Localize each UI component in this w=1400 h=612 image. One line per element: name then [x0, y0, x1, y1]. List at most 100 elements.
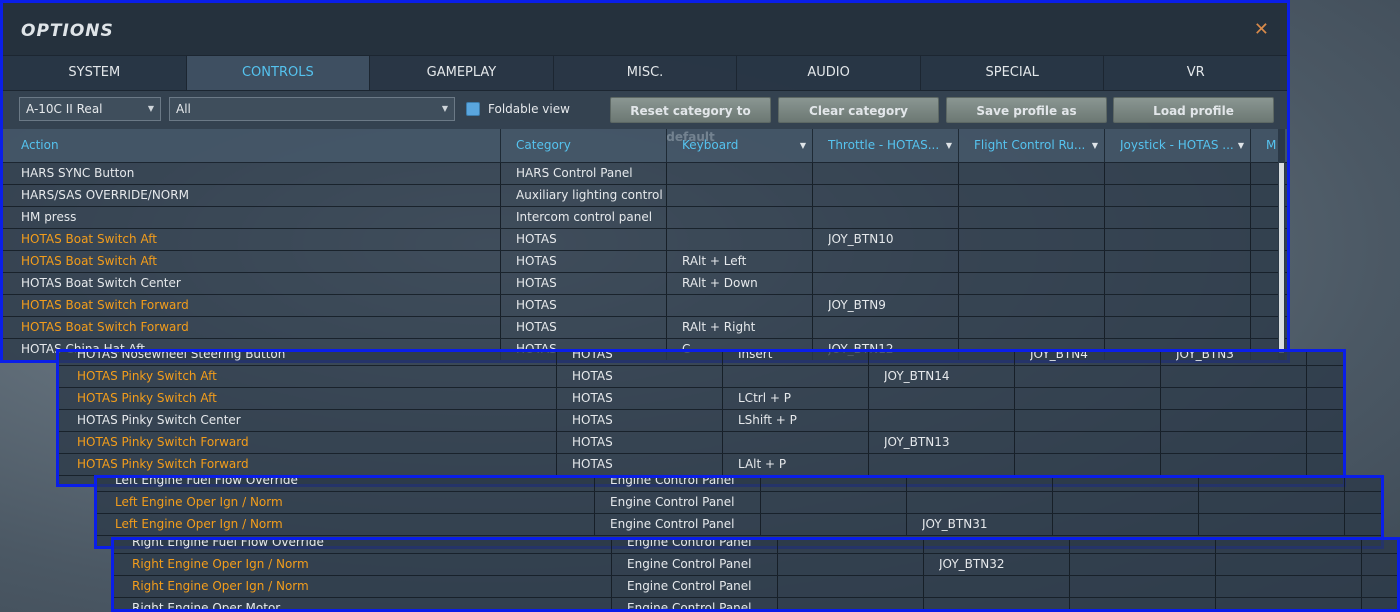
cell-throttle[interactable]: [884, 410, 1012, 431]
tab-audio[interactable]: AUDIO: [737, 56, 921, 90]
cell-throttle[interactable]: [939, 598, 1067, 609]
table-row[interactable]: HM press Intercom control panel: [3, 207, 1287, 229]
cell-throttle[interactable]: JOY_BTN14: [884, 366, 1012, 387]
table-row[interactable]: Left Engine Oper Ign / Norm Engine Contro…: [97, 492, 1381, 514]
table-row[interactable]: HOTAS Pinky Switch Forward HOTAS JOY_BTN13: [59, 432, 1343, 454]
cell-throttle[interactable]: JOY_BTN31: [922, 514, 1050, 535]
tab-special[interactable]: SPECIAL: [921, 56, 1105, 90]
cell-keyboard[interactable]: RAlt + Left: [682, 251, 810, 272]
table-row[interactable]: HOTAS Pinky Switch Aft HOTAS JOY_BTN14: [59, 366, 1343, 388]
column-header-throttle[interactable]: Throttle - HOTAS... ▼: [828, 129, 958, 162]
cell-keyboard[interactable]: LCtrl + P: [738, 388, 866, 409]
column-header-action[interactable]: Action: [21, 129, 501, 162]
cell-keyboard[interactable]: [682, 185, 810, 206]
reset-category-button[interactable]: Reset category to default: [610, 97, 771, 144]
cell-throttle[interactable]: JOY_BTN9: [828, 295, 956, 316]
cell-throttle[interactable]: [828, 185, 956, 206]
table-row[interactable]: HOTAS Pinky Switch Aft HOTAS LCtrl + P: [59, 388, 1343, 410]
cell-rudder[interactable]: [1030, 454, 1158, 475]
cell-keyboard[interactable]: Insert: [738, 352, 866, 365]
scrollbar-thumb[interactable]: [1279, 163, 1284, 353]
table-row[interactable]: Left Engine Fuel Flow Override Engine Con…: [97, 478, 1381, 492]
cell-rudder[interactable]: [1030, 410, 1158, 431]
tab-gameplay[interactable]: GAMEPLAY: [370, 56, 554, 90]
cell-throttle[interactable]: JOY_BTN10: [828, 229, 956, 250]
cell-keyboard[interactable]: [738, 366, 866, 387]
cell-keyboard[interactable]: LShift + P: [738, 410, 866, 431]
cell-keyboard[interactable]: [793, 598, 921, 609]
cell-keyboard[interactable]: [738, 432, 866, 453]
cell-keyboard[interactable]: [682, 229, 810, 250]
table-row[interactable]: Right Engine Oper Motor Engine Control Pa…: [114, 598, 1397, 609]
table-row[interactable]: HOTAS Boat Switch Aft HOTAS RAlt + Left: [3, 251, 1287, 273]
cell-keyboard[interactable]: [682, 163, 810, 184]
cell-throttle[interactable]: [939, 576, 1067, 597]
clear-category-button[interactable]: Clear category: [778, 97, 939, 123]
cell-keyboard[interactable]: [776, 478, 904, 491]
tab-vr[interactable]: VR: [1104, 56, 1287, 90]
close-icon[interactable]: ✕: [1254, 19, 1269, 40]
load-profile-button[interactable]: Load profile: [1113, 97, 1274, 123]
cell-joystick[interactable]: [1176, 454, 1304, 475]
vertical-scrollbar[interactable]: [1278, 129, 1285, 360]
cell-rudder[interactable]: [1030, 432, 1158, 453]
tab-controls[interactable]: CONTROLS: [186, 56, 371, 90]
cell-throttle[interactable]: [922, 478, 1050, 491]
cell-throttle[interactable]: [884, 388, 1012, 409]
category-filter-select[interactable]: All ▼: [169, 97, 455, 121]
table-row[interactable]: HOTAS Nosewheel Steering Button HOTAS Inse…: [59, 352, 1343, 366]
chevron-down-icon[interactable]: ▼: [1238, 129, 1244, 162]
cell-keyboard[interactable]: RAlt + Down: [682, 273, 810, 294]
cell-keyboard[interactable]: [682, 207, 810, 228]
table-row[interactable]: HOTAS Pinky Switch Center HOTAS LShift + P: [59, 410, 1343, 432]
cell-throttle[interactable]: [922, 492, 1050, 513]
chevron-down-icon[interactable]: ▼: [946, 129, 952, 162]
cell-joystick[interactable]: JOY_BTN3: [1176, 352, 1304, 365]
chevron-down-icon[interactable]: ▼: [800, 129, 806, 162]
cell-joystick[interactable]: [1176, 388, 1304, 409]
table-row[interactable]: HOTAS Boat Switch Aft HOTAS JOY_BTN10: [3, 229, 1287, 251]
cell-rudder[interactable]: JOY_BTN4: [1030, 352, 1158, 365]
table-row[interactable]: Left Engine Oper Ign / Norm Engine Contro…: [97, 514, 1381, 536]
table-row[interactable]: HOTAS Boat Switch Center HOTAS RAlt + Down: [3, 273, 1287, 295]
cell-throttle[interactable]: [828, 251, 956, 272]
save-profile-button[interactable]: Save profile as: [946, 97, 1107, 123]
cell-throttle[interactable]: JOY_BTN32: [939, 554, 1067, 575]
cell-joystick[interactable]: [1176, 432, 1304, 453]
tab-misc[interactable]: MISC.: [554, 56, 738, 90]
cell-throttle[interactable]: [828, 163, 956, 184]
cell-throttle[interactable]: JOY_BTN13: [884, 432, 1012, 453]
cell-keyboard[interactable]: [793, 576, 921, 597]
cell-keyboard[interactable]: LAlt + P: [738, 454, 866, 475]
cell-throttle[interactable]: [884, 454, 1012, 475]
cell-keyboard[interactable]: [776, 492, 904, 513]
table-row[interactable]: HARS SYNC Button HARS Control Panel: [3, 163, 1287, 185]
foldable-view-checkbox[interactable]: [466, 102, 480, 116]
column-header-mouse[interactable]: M: [1266, 129, 1276, 162]
cell-throttle[interactable]: [939, 540, 1067, 553]
cell-keyboard[interactable]: [793, 554, 921, 575]
tab-system[interactable]: SYSTEM: [3, 56, 187, 90]
cell-throttle[interactable]: [884, 352, 1012, 365]
table-row[interactable]: Right Engine Oper Ign / Norm Engine Contr…: [114, 576, 1397, 598]
column-header-joystick[interactable]: Joystick - HOTAS ... ▼: [1120, 129, 1250, 162]
column-header-category[interactable]: Category: [516, 129, 666, 162]
table-row[interactable]: HARS/SAS OVERRIDE/NORM Auxiliary lighting…: [3, 185, 1287, 207]
table-row[interactable]: Right Engine Oper Ign / Norm Engine Contr…: [114, 554, 1397, 576]
cell-rudder[interactable]: [1030, 366, 1158, 387]
cell-joystick[interactable]: [1176, 410, 1304, 431]
table-row[interactable]: Right Engine Fuel Flow Override Engine Co…: [114, 540, 1397, 554]
cell-rudder[interactable]: [1030, 388, 1158, 409]
cell-joystick[interactable]: [1176, 366, 1304, 387]
cell-throttle[interactable]: [828, 317, 956, 338]
cell-throttle[interactable]: [828, 207, 956, 228]
column-header-keyboard[interactable]: Keyboard ▼: [682, 129, 812, 162]
column-header-rudder[interactable]: Flight Control Ru... ▼: [974, 129, 1104, 162]
cell-keyboard[interactable]: RAlt + Right: [682, 317, 810, 338]
table-row[interactable]: HOTAS Boat Switch Forward HOTAS JOY_BTN9: [3, 295, 1287, 317]
cell-keyboard[interactable]: [682, 295, 810, 316]
cell-keyboard[interactable]: [776, 514, 904, 535]
table-row[interactable]: HOTAS Pinky Switch Forward HOTAS LAlt + P: [59, 454, 1343, 476]
table-row[interactable]: HOTAS Boat Switch Forward HOTAS RAlt + Rig…: [3, 317, 1287, 339]
cell-throttle[interactable]: [828, 273, 956, 294]
